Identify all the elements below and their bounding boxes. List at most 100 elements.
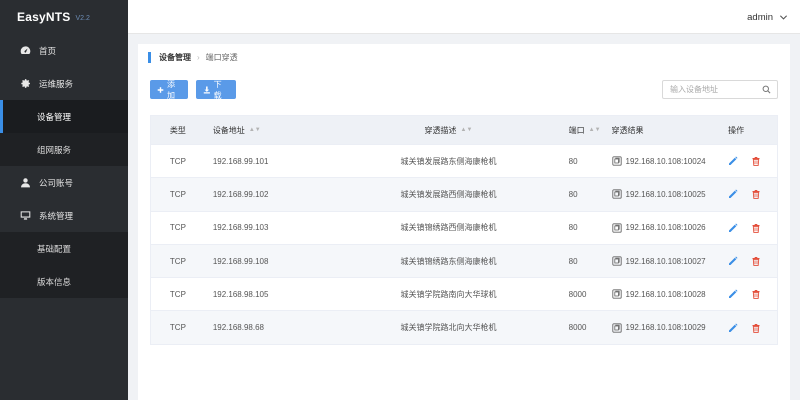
chevron-down-icon xyxy=(779,14,788,20)
sidebar-item-label: 组网服务 xyxy=(37,144,72,155)
sidebar-item-label: 设备管理 xyxy=(37,111,72,122)
cell-actions xyxy=(715,289,777,300)
cell-port: 80 xyxy=(568,156,578,166)
column-type: 类型 xyxy=(151,125,205,136)
cell-result: 192.168.10.108:10029 xyxy=(603,322,716,333)
cell-description: 城关镇学院路北向大华枪机 xyxy=(400,323,497,333)
cell-address: 192.168.98.105 xyxy=(212,289,269,299)
copy-icon[interactable] xyxy=(611,322,622,333)
cell-address: 192.168.99.101 xyxy=(212,156,269,166)
cell-description: 城关镇锦绣路东侧海康枪机 xyxy=(400,256,497,266)
delete-icon[interactable] xyxy=(751,256,761,266)
table-body: TCP 192.168.99.101 城关镇发展路东侧海康枪机 80 192.168.1… xyxy=(151,144,777,344)
user-name: admin xyxy=(747,11,773,23)
column-label: 设备地址 xyxy=(212,125,245,135)
table-row: TCP 192.168.99.101 城关镇发展路东侧海康枪机 80 192.168.1… xyxy=(151,144,777,177)
delete-icon[interactable] xyxy=(751,289,761,300)
sidebar-item-label: 首页 xyxy=(39,45,57,56)
delete-icon[interactable] xyxy=(751,323,761,333)
table-row: TCP 192.168.98.68 城关镇学院路北向大华枪机 8000 192.168.… xyxy=(151,310,777,344)
table-row: TCP 192.168.99.108 城关镇锦绣路东侧海康枪机 80 192.168.1… xyxy=(151,243,777,278)
cell-port: 80 xyxy=(568,256,578,266)
edit-icon[interactable] xyxy=(728,256,738,266)
top-bar: admin xyxy=(128,0,800,34)
cell-description: 城关镇发展路西侧海康枪机 xyxy=(400,189,497,199)
search-icon[interactable] xyxy=(762,85,771,94)
copy-icon[interactable] xyxy=(611,289,622,299)
download-button[interactable]: 下载 xyxy=(196,79,236,100)
cell-result: 192.168.10.108:10024 xyxy=(603,156,716,166)
column-result: 穿透结果 xyxy=(603,125,716,136)
sidebar-item-version-info[interactable]: 版本信息 xyxy=(0,265,128,298)
sidebar-item-device-management[interactable]: 设备管理 xyxy=(0,100,128,133)
table-row: TCP 192.168.99.103 城关镇锦绣路西侧海康枪机 80 192.168.1… xyxy=(151,210,777,244)
result-text: 192.168.10.108:10029 xyxy=(625,323,706,333)
delete-icon[interactable] xyxy=(751,156,761,166)
column-actions: 操作 xyxy=(715,125,777,136)
breadcrumb-marker xyxy=(148,51,151,63)
brand[interactable]: EasyNTS V2.2 xyxy=(0,0,128,34)
add-button-label: 添加 xyxy=(167,79,175,100)
column-label: 穿透结果 xyxy=(611,125,644,135)
sidebar-item-company-account[interactable]: 公司账号 xyxy=(0,166,128,199)
cell-address: 192.168.99.108 xyxy=(212,256,269,266)
sidebar-item-label: 系统管理 xyxy=(39,210,74,221)
brand-name: EasyNTS xyxy=(17,10,71,24)
copy-icon[interactable] xyxy=(611,189,622,200)
result-text: 192.168.10.108:10026 xyxy=(625,223,706,233)
column-description[interactable]: 穿透描述 ▲▼ xyxy=(339,125,557,136)
column-label: 类型 xyxy=(169,125,186,135)
breadcrumb-separator: › xyxy=(197,52,200,62)
edit-icon[interactable] xyxy=(728,156,738,166)
download-button-label: 下载 xyxy=(213,79,222,100)
delete-icon[interactable] xyxy=(751,223,761,233)
cell-port: 8000 xyxy=(568,323,587,333)
sidebar-item-home[interactable]: 首页 xyxy=(0,34,128,67)
cell-actions xyxy=(715,223,777,233)
sidebar-item-network-service[interactable]: 组网服务 xyxy=(0,133,128,166)
column-port[interactable]: 端口 ▲▼ xyxy=(558,125,603,136)
sidebar-item-system-management[interactable]: 系统管理 xyxy=(0,199,128,232)
cell-port: 8000 xyxy=(568,289,587,299)
search-input[interactable] xyxy=(663,81,755,98)
gear-icon xyxy=(19,78,31,90)
sidebar: EasyNTS V2.2 首页 运维服务 设备管理 组网服务 公司账号 系统管理… xyxy=(0,0,128,400)
dashboard-icon xyxy=(19,45,31,57)
edit-icon[interactable] xyxy=(728,189,738,199)
column-address[interactable]: 设备地址 ▲▼ xyxy=(205,125,340,136)
sidebar-item-basic-config[interactable]: 基础配置 xyxy=(0,232,128,265)
brand-version: V2.2 xyxy=(75,14,90,22)
monitor-icon xyxy=(19,210,31,222)
breadcrumb-current: 端口穿透 xyxy=(205,52,238,62)
cell-port: 80 xyxy=(568,223,578,233)
sidebar-item-ops[interactable]: 运维服务 xyxy=(0,67,128,100)
sort-icon[interactable]: ▲▼ xyxy=(589,127,601,133)
edit-icon[interactable] xyxy=(728,223,738,233)
cell-actions xyxy=(715,256,777,266)
user-icon xyxy=(19,177,31,189)
edit-icon[interactable] xyxy=(728,323,738,333)
edit-icon[interactable] xyxy=(728,289,738,299)
cell-description: 城关镇锦绣路西侧海康枪机 xyxy=(400,223,497,233)
add-button[interactable]: 添加 xyxy=(150,79,188,100)
result-text: 192.168.10.108:10028 xyxy=(625,289,706,299)
delete-icon[interactable] xyxy=(751,189,761,200)
result-text: 192.168.10.108:10024 xyxy=(625,156,706,166)
device-table: 类型 设备地址 ▲▼ 穿透描述 ▲▼ 端口 ▲▼ 穿透结果 操作 TCP 192.168… xyxy=(150,115,778,345)
breadcrumb-parent[interactable]: 设备管理 xyxy=(159,52,191,63)
copy-icon[interactable] xyxy=(611,256,622,266)
column-label: 穿透描述 xyxy=(424,125,457,135)
column-label: 操作 xyxy=(728,125,745,135)
cell-actions xyxy=(715,323,777,333)
sidebar-item-label: 版本信息 xyxy=(37,276,72,287)
cell-actions xyxy=(715,156,777,166)
cell-result: 192.168.10.108:10027 xyxy=(603,256,716,266)
user-menu[interactable]: admin xyxy=(747,0,788,34)
cell-type: TCP xyxy=(169,156,186,166)
sort-icon[interactable]: ▲▼ xyxy=(249,127,261,133)
copy-icon[interactable] xyxy=(611,156,622,166)
sort-icon[interactable]: ▲▼ xyxy=(461,127,473,133)
cell-address: 192.168.98.68 xyxy=(212,323,264,333)
copy-icon[interactable] xyxy=(611,223,622,233)
cell-type: TCP xyxy=(169,223,186,233)
